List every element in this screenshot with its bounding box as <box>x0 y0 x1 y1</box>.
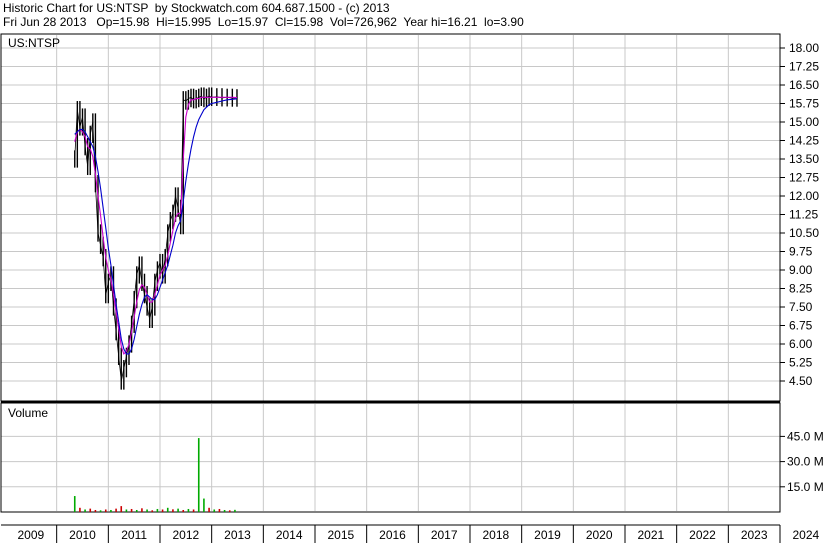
volume-bar <box>166 507 169 512</box>
volume-bar <box>146 509 148 512</box>
volume-bar <box>84 509 86 512</box>
volume-bar <box>89 508 92 512</box>
volume-bar <box>130 508 133 512</box>
year-tick-label: 2024 <box>792 528 819 542</box>
moving-averages <box>74 95 238 382</box>
year-tick-label: 2015 <box>327 528 354 542</box>
volume-bar <box>187 508 190 512</box>
volume-bar <box>203 498 205 512</box>
year-tick-label: 2022 <box>689 528 716 542</box>
volume-bar <box>177 508 179 512</box>
volume-bar <box>94 509 97 512</box>
price-tick-label: 7.50 <box>789 300 813 314</box>
volume-panel-label: Volume <box>8 406 48 420</box>
volume-axis: 45.0 M 30.0 M 15.0 M <box>780 429 824 494</box>
price-tick-label: 17.25 <box>789 60 819 74</box>
year-tick-label: 2019 <box>534 528 561 542</box>
volume-bar <box>141 508 143 512</box>
price-tick-label: 10.50 <box>789 226 819 240</box>
volume-bar <box>213 509 216 512</box>
grid-layer <box>1 35 781 511</box>
year-tick-label: 2014 <box>276 528 303 542</box>
volume-bar <box>104 509 107 512</box>
stock-chart-page: Historic Chart for US:NTSP by Stockwatch… <box>0 0 830 543</box>
volume-bar <box>182 509 185 512</box>
volume-tick-label: 45.0 M <box>787 429 824 443</box>
volume-bar <box>218 508 221 512</box>
year-tick-label: 2009 <box>17 528 44 542</box>
price-close-line <box>74 95 238 382</box>
year-tick-label: 2011 <box>121 528 147 542</box>
short-moving-average <box>74 96 238 355</box>
price-tick-label: 11.25 <box>789 208 818 222</box>
price-tick-label: 9.75 <box>789 245 813 259</box>
chart-svg: US:NTSP Volume 18.00 17.25 16.50 15.75 15.00… <box>0 33 824 543</box>
volume-bar <box>234 509 236 512</box>
volume-bar <box>125 509 128 512</box>
price-tick-label: 16.50 <box>789 78 819 92</box>
price-axis: 18.00 17.25 16.50 15.75 15.00 14.25 13.50 12.75… <box>780 41 819 388</box>
year-tick-label: 2023 <box>741 528 768 542</box>
price-panel-label: US:NTSP <box>8 36 60 50</box>
volume-bar <box>151 510 154 512</box>
volume-bar <box>208 507 210 512</box>
price-tick-label: 9.00 <box>789 263 813 277</box>
x-axis: 2009 2010 2011 2012 2013 2014 2015 2016 2017 2018… <box>17 525 820 543</box>
volume-bar <box>192 509 195 512</box>
price-tick-label: 12.00 <box>789 189 819 203</box>
volume-bar <box>228 510 231 512</box>
volume-bar <box>120 506 123 512</box>
year-tick-label: 2020 <box>586 528 613 542</box>
volume-bar <box>172 509 174 512</box>
year-tick-label: 2012 <box>172 528 199 542</box>
volume-bar <box>161 509 164 512</box>
volume-bar <box>197 438 200 512</box>
year-tick-label: 2016 <box>379 528 406 542</box>
volume-tick-label: 15.0 M <box>787 480 824 494</box>
volume-bar <box>223 509 226 512</box>
price-tick-label: 8.25 <box>789 282 813 296</box>
price-tick-label: 14.25 <box>789 134 819 148</box>
price-tick-label: 15.75 <box>789 97 819 111</box>
price-tick-label: 6.75 <box>789 319 813 333</box>
year-tick-label: 2013 <box>224 528 251 542</box>
year-tick-label: 2010 <box>69 528 96 542</box>
year-tick-label: 2021 <box>637 528 664 542</box>
volume-tick-label: 30.0 M <box>787 455 824 469</box>
volume-bar <box>135 509 138 512</box>
volume-bar <box>115 508 117 512</box>
year-tick-label: 2018 <box>482 528 509 542</box>
price-tick-label: 4.50 <box>789 374 813 388</box>
price-tick-label: 6.00 <box>789 337 813 351</box>
volume-panel-frame <box>0 402 781 513</box>
volume-bar <box>99 510 102 512</box>
volume-bar <box>156 508 159 512</box>
volume-bar <box>79 507 81 512</box>
price-tick-label: 12.75 <box>789 171 819 185</box>
year-tick-label: 2017 <box>431 528 458 542</box>
price-tick-label: 18.00 <box>789 41 819 55</box>
price-tick-label: 13.50 <box>789 152 819 166</box>
price-tick-label: 5.25 <box>789 356 813 370</box>
price-tick-label: 15.00 <box>789 115 819 129</box>
volume-bar <box>73 496 76 512</box>
long-moving-average <box>74 98 238 355</box>
volume-bar <box>110 509 112 512</box>
